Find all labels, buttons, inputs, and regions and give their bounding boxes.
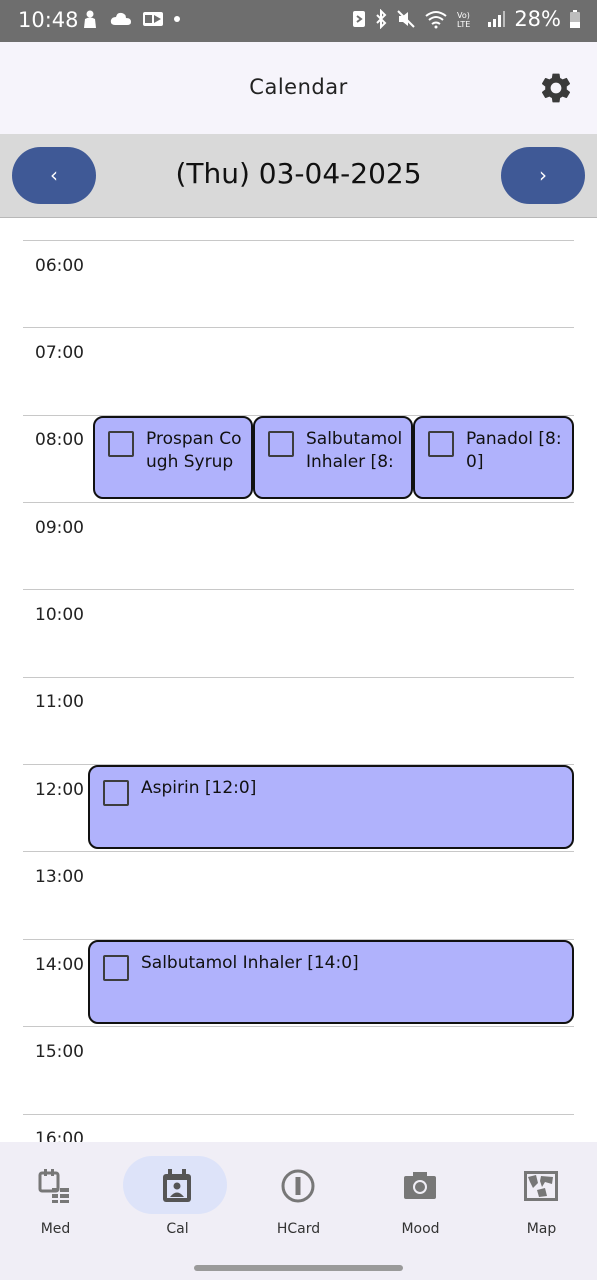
bottom-navigation: Med Cal HCard Mood Map (0, 1142, 597, 1258)
svg-text:Vo): Vo) (457, 11, 470, 20)
event-label: Salbutamol Inhaler [14:0] (141, 953, 359, 973)
hour-label: 16:00 (35, 1129, 84, 1142)
hour-label: 08:00 (35, 430, 84, 450)
medication-event[interactable]: Aspirin [12:0] (88, 765, 574, 849)
page-title: Calendar (249, 75, 348, 99)
day-schedule[interactable]: 06:00 07:00 08:00 09:00 10:00 11:00 12:0… (0, 218, 597, 1142)
battery-percentage: 28% (514, 7, 561, 31)
next-day-button[interactable]: › (501, 147, 585, 204)
hour-divider (23, 240, 574, 241)
signal-icon (488, 11, 506, 27)
medication-event[interactable]: Prospan Cough Syrup [8:0] (93, 416, 253, 499)
svg-text:LTE: LTE (457, 20, 470, 29)
event-checkbox[interactable] (428, 431, 454, 457)
mute-icon (397, 10, 416, 28)
medication-event[interactable]: Salbutamol Inhaler [8:0] (253, 416, 413, 499)
hour-divider (23, 327, 574, 328)
hour-label: 06:00 (35, 256, 84, 276)
nav-item-med[interactable]: Med (0, 1142, 115, 1258)
bluetooth-icon (376, 9, 387, 29)
home-gesture-bar[interactable] (194, 1265, 403, 1271)
hour-divider (23, 1026, 574, 1027)
nfc-icon (353, 11, 366, 27)
hour-label: 10:00 (35, 605, 84, 625)
status-system-icons: Vo) LTE 28% (352, 7, 581, 31)
date-navigation: ‹ (Thu) 03-04-2025 › (0, 134, 597, 218)
person-icon (84, 10, 96, 28)
status-bar: 10:48 Vo) LTE 28% (0, 0, 597, 42)
hour-label: 13:00 (35, 867, 84, 887)
nav-item-mood[interactable]: Mood (361, 1142, 480, 1258)
hour-divider (23, 502, 574, 503)
hour-divider (23, 677, 574, 678)
medication-event[interactable]: Salbutamol Inhaler [14:0] (88, 940, 574, 1024)
status-notification-icons (80, 9, 181, 29)
medication-calendar-icon (38, 1169, 69, 1203)
dot-icon (174, 16, 180, 22)
hour-label: 07:00 (35, 343, 84, 363)
nav-label: Mood (401, 1221, 440, 1237)
hour-label: 09:00 (35, 518, 84, 538)
hour-label: 14:00 (35, 955, 84, 975)
nav-item-map[interactable]: Map (482, 1142, 597, 1258)
hour-divider (23, 589, 574, 590)
event-label: Panadol [8:0] (466, 429, 562, 472)
event-checkbox[interactable] (108, 431, 134, 457)
nav-item-cal[interactable]: Cal (118, 1142, 237, 1258)
hour-label: 12:00 (35, 780, 84, 800)
calendar-person-icon (163, 1169, 191, 1202)
nav-label: Med (40, 1221, 71, 1237)
event-label: Aspirin [12:0] (141, 778, 257, 798)
event-checkbox[interactable] (268, 431, 294, 457)
nav-label: Map (526, 1221, 557, 1237)
battery-icon (570, 10, 580, 28)
chevron-right-icon: › (539, 163, 547, 187)
event-label: Prospan Cough Syrup [8:0] (146, 429, 242, 472)
hour-label: 15:00 (35, 1042, 84, 1062)
camera-icon (404, 1172, 436, 1199)
event-checkbox[interactable] (103, 955, 129, 981)
hour-divider (23, 851, 574, 852)
volte-icon: Vo)LTE (457, 11, 470, 29)
info-icon (281, 1169, 315, 1203)
event-checkbox[interactable] (103, 780, 129, 806)
hour-label: 11:00 (35, 692, 84, 712)
nav-label: Cal (166, 1221, 189, 1237)
nav-label: HCard (276, 1221, 321, 1237)
event-label: Salbutamol Inhaler [8:0] (306, 429, 403, 472)
cloud-icon (110, 12, 131, 25)
medication-event[interactable]: Panadol [8:0] (413, 416, 574, 499)
hour-divider (23, 1114, 574, 1115)
nav-item-hcard[interactable]: HCard (239, 1142, 358, 1258)
status-time: 10:48 (18, 8, 79, 32)
wifi-icon (425, 11, 447, 29)
app-bar: Calendar (0, 42, 597, 134)
gear-icon[interactable] (538, 70, 574, 106)
outlook-icon (143, 12, 163, 26)
map-icon (524, 1171, 558, 1201)
